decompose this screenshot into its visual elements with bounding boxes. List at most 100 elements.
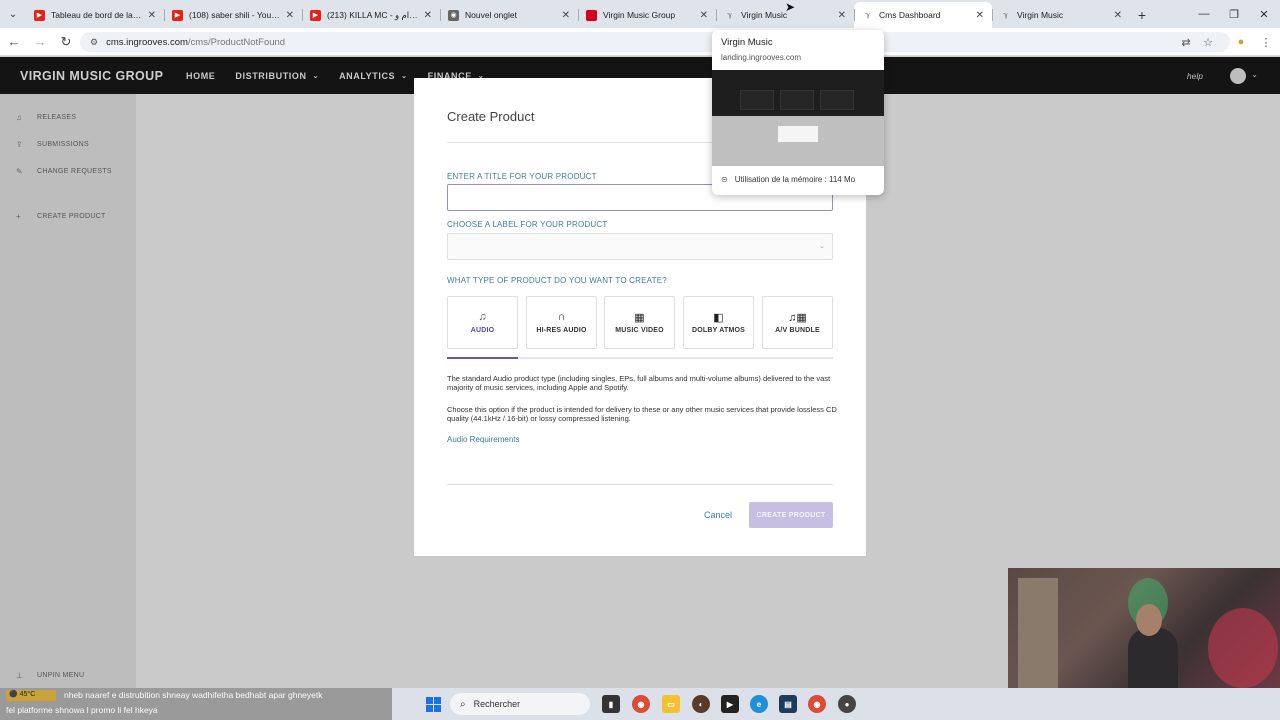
webcam-background [1018, 578, 1058, 698]
app-icon[interactable]: ▤ [779, 695, 797, 713]
headphones-icon: ∩ [557, 311, 566, 323]
chevron-down-icon: ⌄ [401, 72, 408, 80]
product-type-hi-res-audio[interactable]: ∩ HI-RES AUDIO [526, 296, 597, 349]
product-type-av-bundle[interactable]: ♫▦ A/V BUNDLE [762, 296, 833, 349]
pin-icon: ⊥ [16, 671, 24, 680]
sidebar-item-submissions[interactable]: ⇪ SUBMISSIONS [16, 140, 89, 149]
product-type-music-video[interactable]: ▦ MUSIC VIDEO [604, 296, 675, 349]
address-bar[interactable]: ⚙ cms.ingrooves.com/cms/ProductNotFound [80, 32, 1230, 52]
divider [447, 484, 833, 485]
live-app-icon[interactable]: ▶ [721, 695, 739, 713]
browser-tab[interactable]: ▶ (108) saber shili - YouTub ✕ [164, 2, 302, 28]
sidebar-unpin-menu[interactable]: ⊥ UNPIN MENU [16, 671, 84, 680]
dolby-icon: ◧ [713, 312, 724, 324]
close-icon[interactable]: ✕ [1114, 10, 1122, 21]
task-view-icon[interactable]: ▮ [602, 695, 620, 713]
forward-icon[interactable]: → [28, 30, 52, 54]
film-icon: ▦ [634, 312, 645, 324]
nav-home-label: HOME [186, 70, 216, 81]
obs-icon[interactable]: ◐ [692, 695, 710, 713]
site-info-icon[interactable]: ⚙ [90, 37, 98, 48]
bookmark-star-icon[interactable]: ☆ [1200, 34, 1216, 50]
close-icon[interactable]: ✕ [838, 10, 846, 21]
product-type-dolby-atmos[interactable]: ◧ DOLBY ATMOS [683, 296, 754, 349]
close-icon[interactable]: ✕ [286, 10, 294, 21]
restore-icon[interactable]: ❐ [1218, 0, 1250, 28]
nav-analytics-label: ANALYTICS [339, 70, 396, 81]
sidebar-item-change-requests[interactable]: ✎ CHANGE REQUESTS [16, 167, 112, 176]
chrome-icon[interactable]: ◉ [632, 695, 650, 713]
nav-analytics[interactable]: ANALYTICS ⌄ [339, 71, 408, 81]
browser-tab[interactable]: ▶ (213) KILLA MC - الإجرام و ✕ [302, 2, 440, 28]
tab-search-icon[interactable]: ⌄ [0, 0, 26, 28]
close-window-icon[interactable]: ✕ [1248, 0, 1280, 28]
app-badge-icon[interactable]: ● [838, 695, 856, 713]
minimize-icon[interactable]: — [1188, 0, 1220, 28]
edge-icon[interactable]: e [750, 695, 768, 713]
product-type-label: HI-RES AUDIO [536, 327, 587, 334]
close-icon[interactable]: ✕ [700, 10, 708, 21]
browser-tab[interactable]: Virgin Music Group ✕ [578, 2, 716, 28]
translate-icon[interactable]: ⇄ [1178, 34, 1194, 50]
browser-tab-active[interactable]: ℽ Cms Dashboard ✕ [854, 2, 992, 28]
search-icon: ⌕ [460, 698, 466, 710]
hover-card-domain: landing.ingrooves.com [721, 53, 802, 62]
tab-title: Cms Dashboard [879, 10, 941, 20]
file-explorer-icon[interactable]: ▭ [662, 695, 680, 713]
close-icon[interactable]: ✕ [424, 10, 432, 21]
profile-icon[interactable]: ● [1233, 34, 1249, 50]
brand-logo[interactable]: VIRGIN MUSIC GROUP [20, 69, 186, 83]
edit-icon: ✎ [16, 167, 24, 176]
browser-tab[interactable]: ℽ Virgin Music ✕ [992, 2, 1130, 28]
chevron-down-icon: ⌄ [819, 243, 825, 250]
create-product-button[interactable]: CREATE PRODUCT [749, 502, 833, 528]
ingrooves-icon: ℽ [864, 12, 871, 19]
windows-start-icon[interactable] [426, 697, 441, 712]
virgin-icon [586, 9, 597, 21]
reload-icon[interactable]: ↻ [54, 30, 78, 54]
label-select[interactable]: ⌄ [447, 233, 833, 260]
audio-requirements-link[interactable]: Audio Requirements [447, 435, 519, 444]
hover-card-memory: ⊝ Utilisation de la mémoire : 114 Mo [721, 175, 855, 184]
chrome-icon: ◉ [448, 9, 459, 21]
product-type-label: DOLBY ATMOS [691, 327, 745, 334]
close-icon[interactable]: ✕ [562, 10, 570, 21]
user-avatar-icon[interactable] [1230, 68, 1246, 84]
close-icon[interactable]: ✕ [148, 10, 156, 21]
tab-title: (213) KILLA MC - الإجرام و [327, 9, 420, 20]
chrome-active-icon[interactable]: ◉ [808, 695, 826, 713]
sidebar-item-releases[interactable]: ♫ RELEASES [16, 113, 76, 122]
product-type-label: WHAT TYPE OF PRODUCT DO YOU WANT TO CREA… [447, 276, 667, 285]
sidebar-item-label: CREATE PRODUCT [37, 213, 106, 220]
cancel-button[interactable]: Cancel [704, 510, 732, 520]
help-link[interactable]: help [1187, 71, 1203, 81]
browser-menu-icon[interactable]: ⋮ [1258, 34, 1274, 50]
title-field-label: ENTER A TITLE FOR YOUR PRODUCT [447, 172, 597, 181]
close-icon[interactable]: ✕ [976, 10, 984, 21]
nav-distribution[interactable]: DISTRIBUTION ⌄ [235, 71, 319, 81]
tab-title: (108) saber shili - YouTub [189, 10, 282, 20]
browser-tab-strip: ⌄ ▶ Tableau de bord de la cha ✕ ▶ (108) … [0, 0, 1280, 28]
taskbar-search[interactable]: ⌕ Rechercher [450, 693, 590, 715]
url-host: cms.ingrooves.com [106, 36, 188, 48]
browser-tab[interactable]: ◉ Nouvel onglet ✕ [440, 2, 578, 28]
url-path: /cms/ProductNotFound [187, 36, 286, 48]
browser-toolbar: ← → ↻ ⚙ cms.ingrooves.com/cms/ProductNot… [0, 28, 1280, 56]
tab-title: Nouvel onglet [465, 10, 517, 20]
preview-panel [740, 90, 774, 110]
ticker-badge: ⚫ 45°C [6, 690, 56, 701]
label-field-label: CHOOSE A LABEL FOR YOUR PRODUCT [447, 220, 608, 229]
nav-home[interactable]: HOME [186, 71, 215, 81]
chevron-down-icon[interactable]: ⌄ [1251, 70, 1258, 79]
sidebar-item-label: SUBMISSIONS [37, 141, 89, 148]
sidebar [0, 94, 136, 688]
sidebar-item-create-product[interactable]: + CREATE PRODUCT [16, 212, 106, 221]
product-type-audio[interactable]: ♫ AUDIO [447, 296, 518, 349]
music-note-icon: ♫ [16, 113, 23, 122]
back-icon[interactable]: ← [2, 30, 26, 54]
new-tab-button[interactable]: + [1130, 2, 1154, 28]
browser-tab[interactable]: ▶ Tableau de bord de la cha ✕ [26, 2, 164, 28]
music-note-icon: ♫ [478, 311, 487, 323]
tab-title: Tableau de bord de la cha [51, 10, 144, 20]
memory-icon: ⊝ [721, 175, 728, 184]
